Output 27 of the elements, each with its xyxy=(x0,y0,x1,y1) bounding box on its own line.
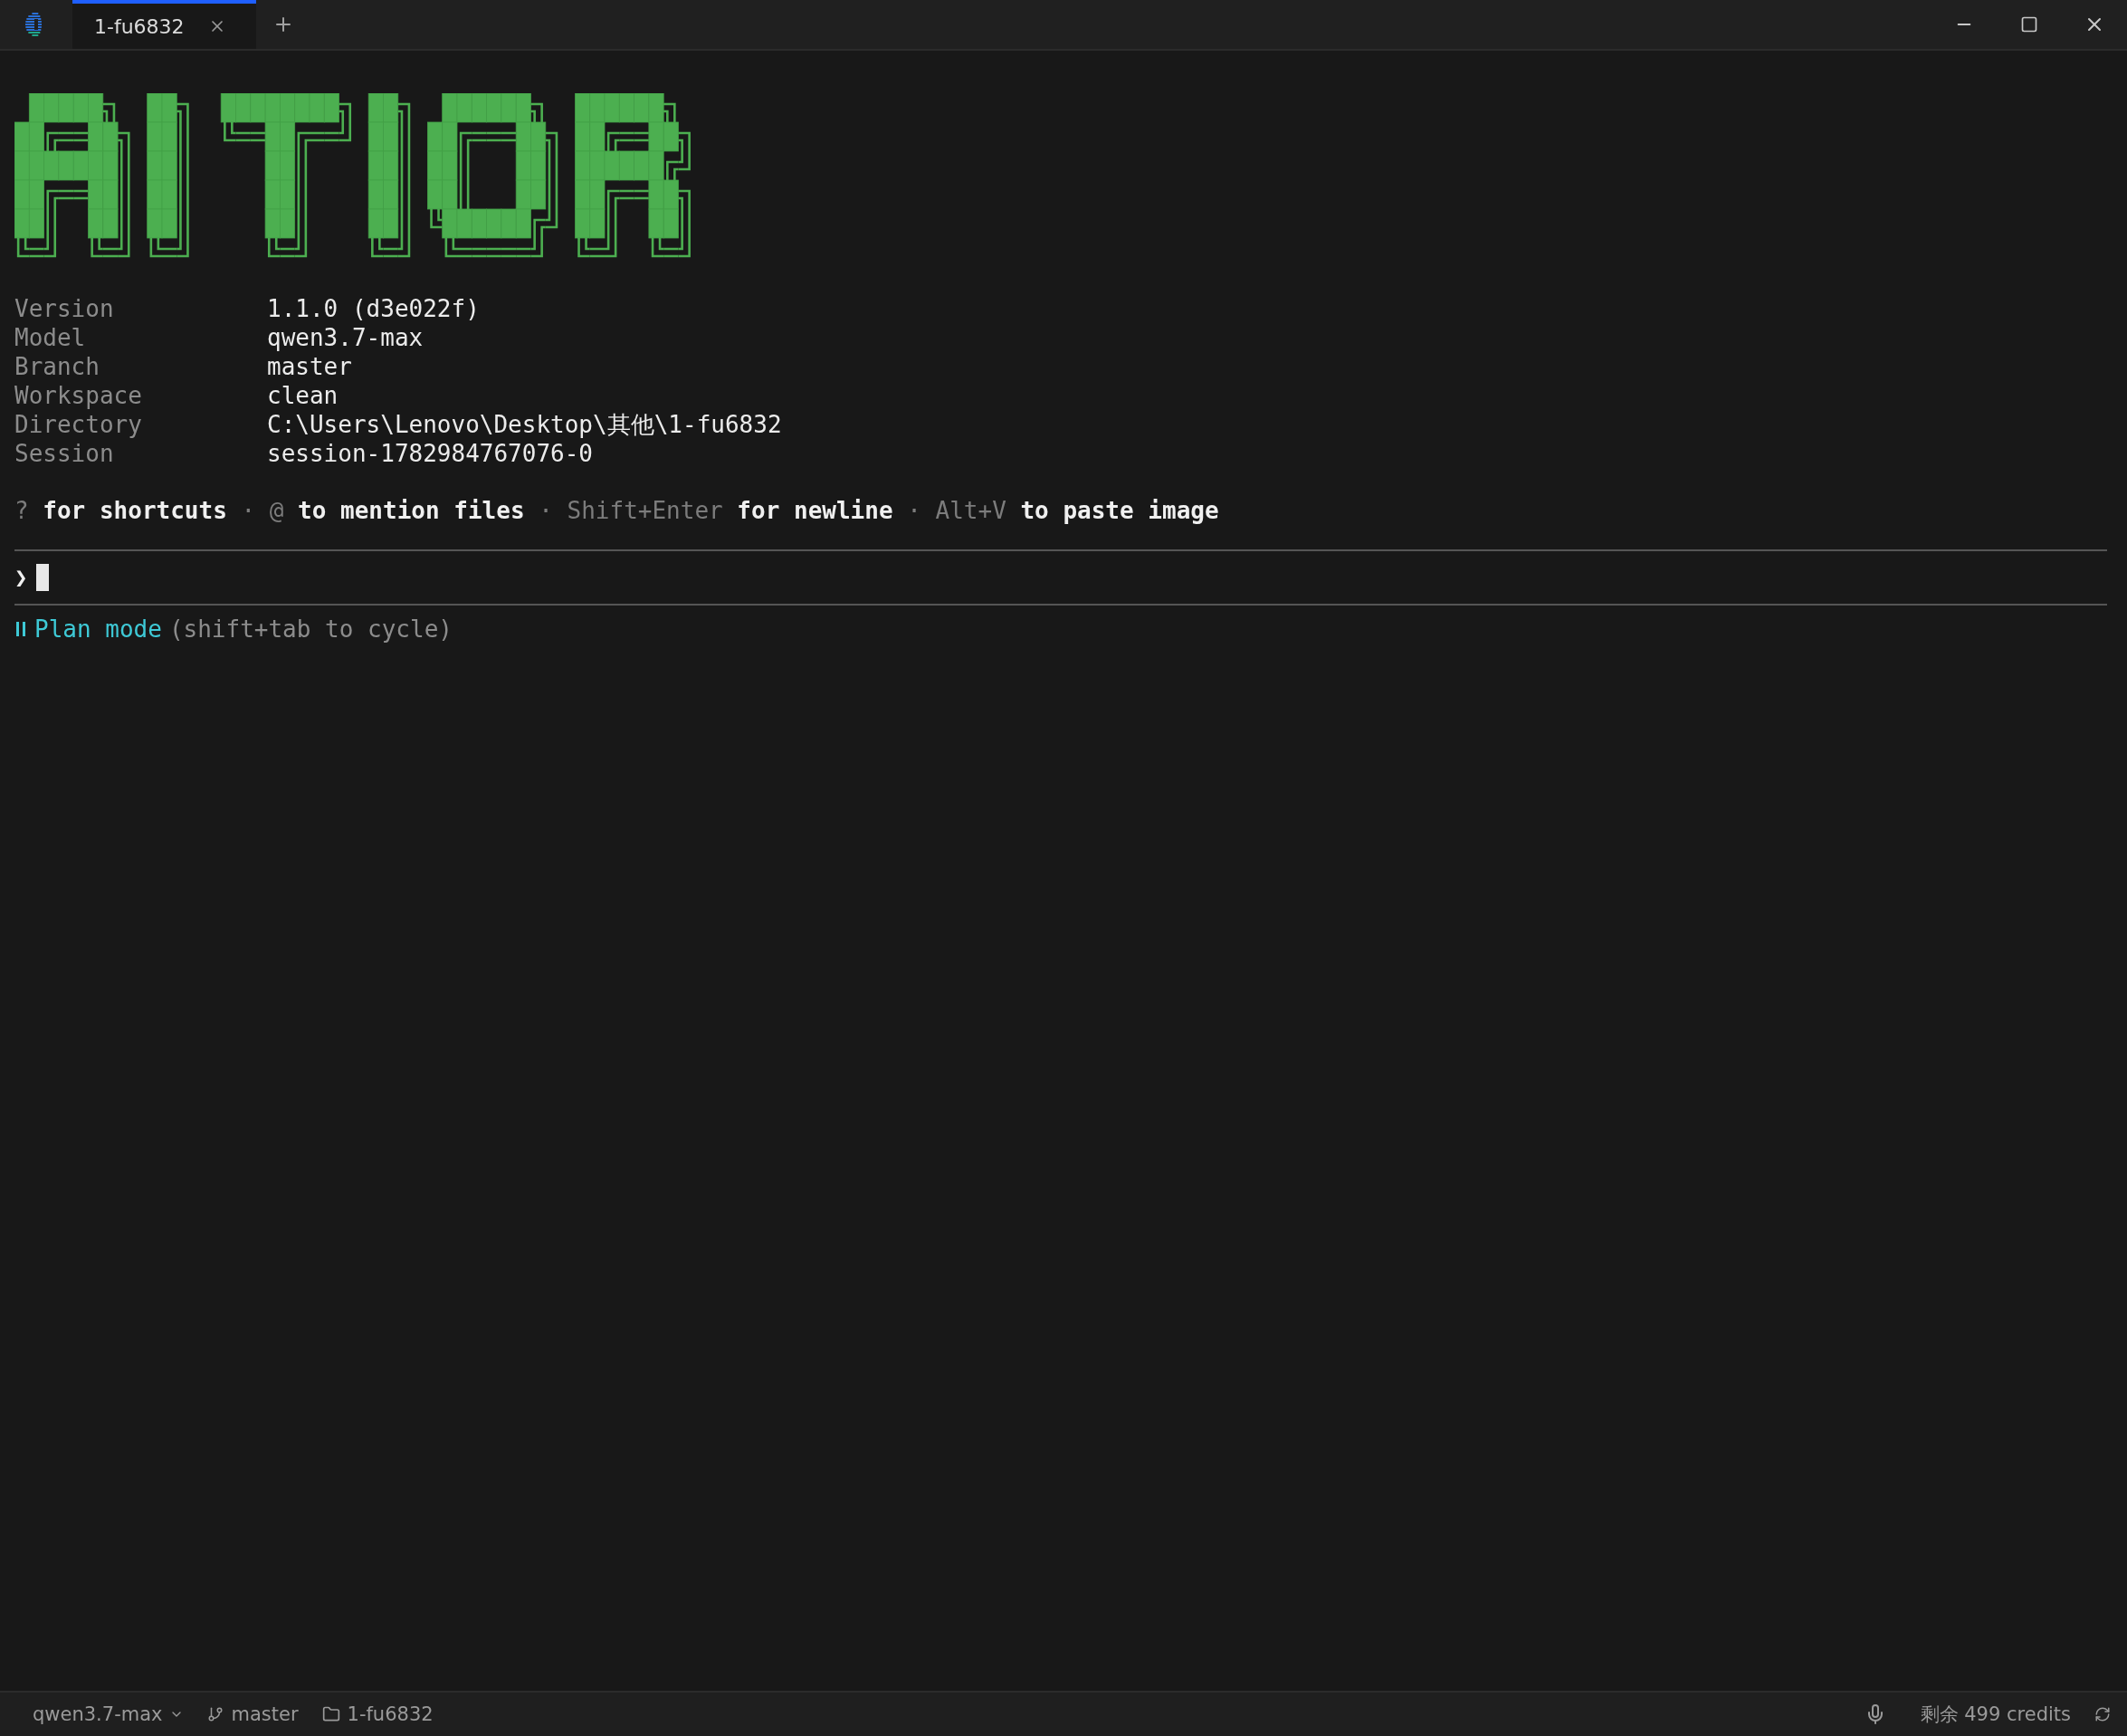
mode-hint: (shift+tab to cycle) xyxy=(168,615,453,643)
prompt-symbol: ❯ xyxy=(14,565,28,590)
info-value: session-1782984767076-0 xyxy=(267,440,594,467)
info-label: Model xyxy=(14,323,87,352)
credits-remaining: 剩余 499 credits xyxy=(1920,1703,2071,1727)
folder-icon xyxy=(321,1705,340,1723)
maximize-icon[interactable] xyxy=(2020,15,2038,33)
info-value: master xyxy=(267,353,352,380)
info-value: clean xyxy=(267,382,339,409)
info-label: Directory xyxy=(14,410,143,439)
terminal-tab[interactable]: 1-fu6832 xyxy=(72,0,256,49)
branch-icon xyxy=(207,1706,224,1722)
refresh-icon[interactable] xyxy=(2094,1706,2111,1722)
info-value: qwen3.7-max xyxy=(267,324,424,351)
folder-name: 1-fu6832 xyxy=(347,1703,434,1725)
mode-name: Plan mode xyxy=(34,615,162,643)
info-label: Workspace xyxy=(14,381,143,410)
info-label: Session xyxy=(14,439,115,468)
shortcut-hint: ? for shortcuts · @ to mention files · Shift+Enter for newline · Alt+V to paste image xyxy=(14,496,1220,525)
branch-name: master xyxy=(231,1703,299,1725)
info-value: C:\Users\Lenovo\Desktop\其他\1-fu6832 xyxy=(267,411,782,438)
pause-icon xyxy=(14,620,27,638)
info-value: 1.1.0 (d3e022f) xyxy=(267,295,480,322)
info-label: Branch xyxy=(14,352,100,381)
model-selector[interactable]: qwen3.7-max xyxy=(33,1703,163,1725)
text-cursor xyxy=(36,564,50,591)
info-label: Version xyxy=(14,294,115,323)
